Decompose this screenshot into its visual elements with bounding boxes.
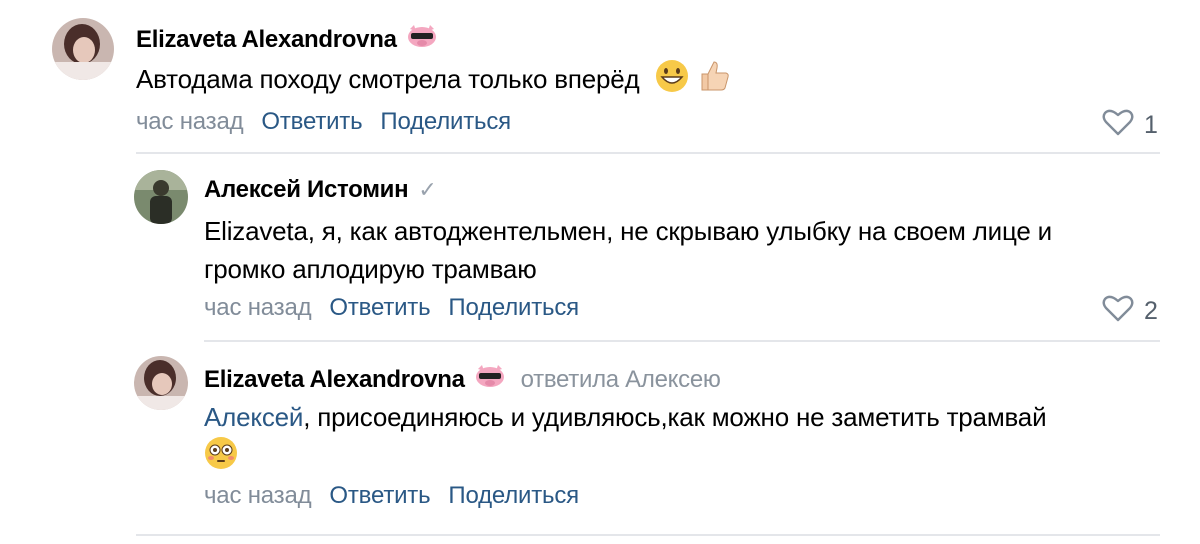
- timestamp: час назад: [204, 482, 312, 509]
- author-name[interactable]: Алексей Истомин: [204, 176, 409, 204]
- replied-to-label[interactable]: ответила Алексею: [521, 366, 721, 394]
- divider: [204, 340, 1160, 342]
- reply-button[interactable]: Ответить: [329, 294, 430, 322]
- divider: [136, 152, 1160, 154]
- reply-button[interactable]: Ответить: [261, 108, 362, 136]
- heart-icon: [1102, 108, 1134, 143]
- mention-link[interactable]: Алексей: [204, 402, 303, 432]
- like-button[interactable]: 1: [1102, 108, 1158, 143]
- pig-sunglasses-icon: [405, 24, 439, 55]
- comment-text-line-1: Elizaveta, я, как автоджентельмен, не ск…: [204, 216, 1052, 246]
- thumbs-up-icon: [696, 58, 732, 104]
- reply-button[interactable]: Ответить: [329, 482, 430, 510]
- avatar[interactable]: [52, 18, 114, 80]
- comment-text: Автодама походу смотрела только вперёд: [136, 63, 640, 94]
- like-button[interactable]: 2: [1102, 294, 1158, 329]
- heart-icon: [1102, 294, 1134, 329]
- timestamp: час назад: [136, 108, 244, 135]
- share-button[interactable]: Поделиться: [448, 482, 579, 510]
- share-button[interactable]: Поделиться: [448, 294, 579, 322]
- verified-check-icon: ✓: [418, 177, 437, 202]
- author-name[interactable]: Elizaveta Alexandrovna: [204, 366, 465, 394]
- share-button[interactable]: Поделиться: [380, 108, 511, 136]
- divider: [136, 534, 1160, 536]
- timestamp: час назад: [204, 294, 312, 321]
- like-count: 2: [1144, 297, 1158, 325]
- avatar[interactable]: [134, 170, 188, 224]
- avatar[interactable]: [134, 356, 188, 410]
- comment-text-line-2: громко аплодирую трамваю: [204, 254, 537, 284]
- comment-text: , присоединяюсь и удивляюсь,как можно не…: [303, 402, 1047, 432]
- like-count: 1: [1144, 111, 1158, 139]
- author-name[interactable]: Elizaveta Alexandrovna: [136, 26, 397, 54]
- flushed-face-icon: [204, 436, 238, 480]
- pig-sunglasses-icon: [473, 364, 507, 395]
- grinning-face-icon: [655, 59, 689, 103]
